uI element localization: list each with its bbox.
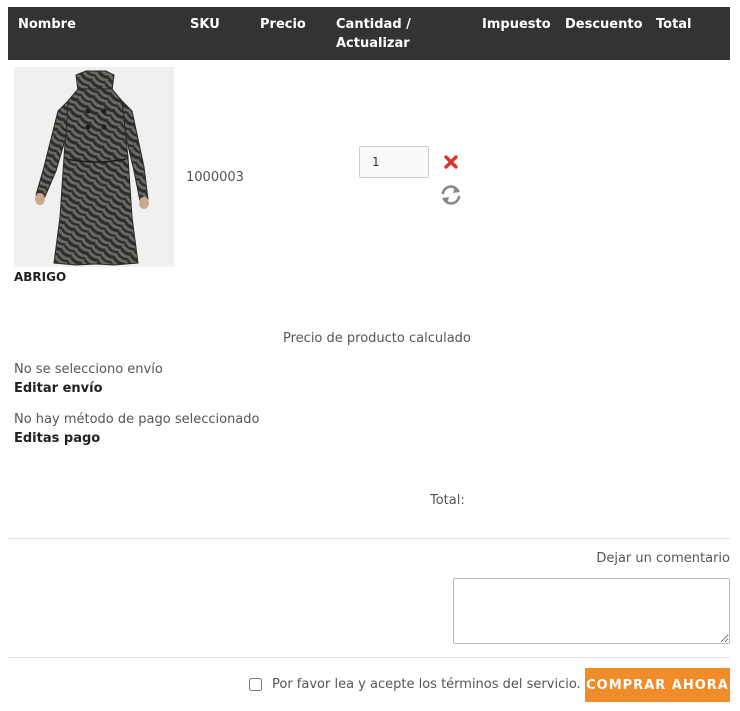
product-sku: 1000003 (186, 170, 244, 185)
edit-payment-link[interactable]: Editas pago (14, 431, 100, 446)
buy-now-button[interactable]: COMPRAR AHORA (585, 668, 730, 702)
column-header-price: Precio (260, 17, 306, 32)
comment-textarea[interactable] (453, 578, 730, 644)
total-label: Total: (430, 493, 465, 508)
column-header-discount: Descuento (565, 17, 643, 32)
product-name[interactable]: ABRIGO (14, 270, 66, 284)
cart-table-header: Nombre SKU Precio Cantidad / Actualizar … (8, 7, 730, 60)
column-header-update: Actualizar (336, 36, 410, 51)
divider (8, 538, 730, 539)
column-header-quantity: Cantidad / (336, 17, 411, 32)
product-image[interactable] (14, 67, 174, 267)
edit-shipping-link[interactable]: Editar envío (14, 381, 103, 396)
remove-item-icon[interactable] (443, 154, 459, 170)
coat-photo-icon (14, 67, 174, 267)
terms-label[interactable]: Por favor lea y acepte los términos del … (272, 677, 581, 692)
divider (8, 657, 730, 658)
column-header-sku: SKU (190, 17, 220, 32)
terms-checkbox[interactable] (249, 678, 262, 691)
column-header-total: Total (656, 17, 692, 32)
quantity-input[interactable] (359, 146, 429, 178)
shipping-status: No se selecciono envío (14, 362, 163, 377)
price-calculated-note: Precio de producto calculado (283, 331, 471, 346)
payment-status: No hay método de pago seleccionado (14, 412, 260, 427)
column-header-name: Nombre (18, 17, 76, 32)
column-header-tax: Impuesto (482, 17, 551, 32)
refresh-icon[interactable] (438, 183, 464, 207)
comment-label: Dejar un comentario (596, 551, 730, 566)
